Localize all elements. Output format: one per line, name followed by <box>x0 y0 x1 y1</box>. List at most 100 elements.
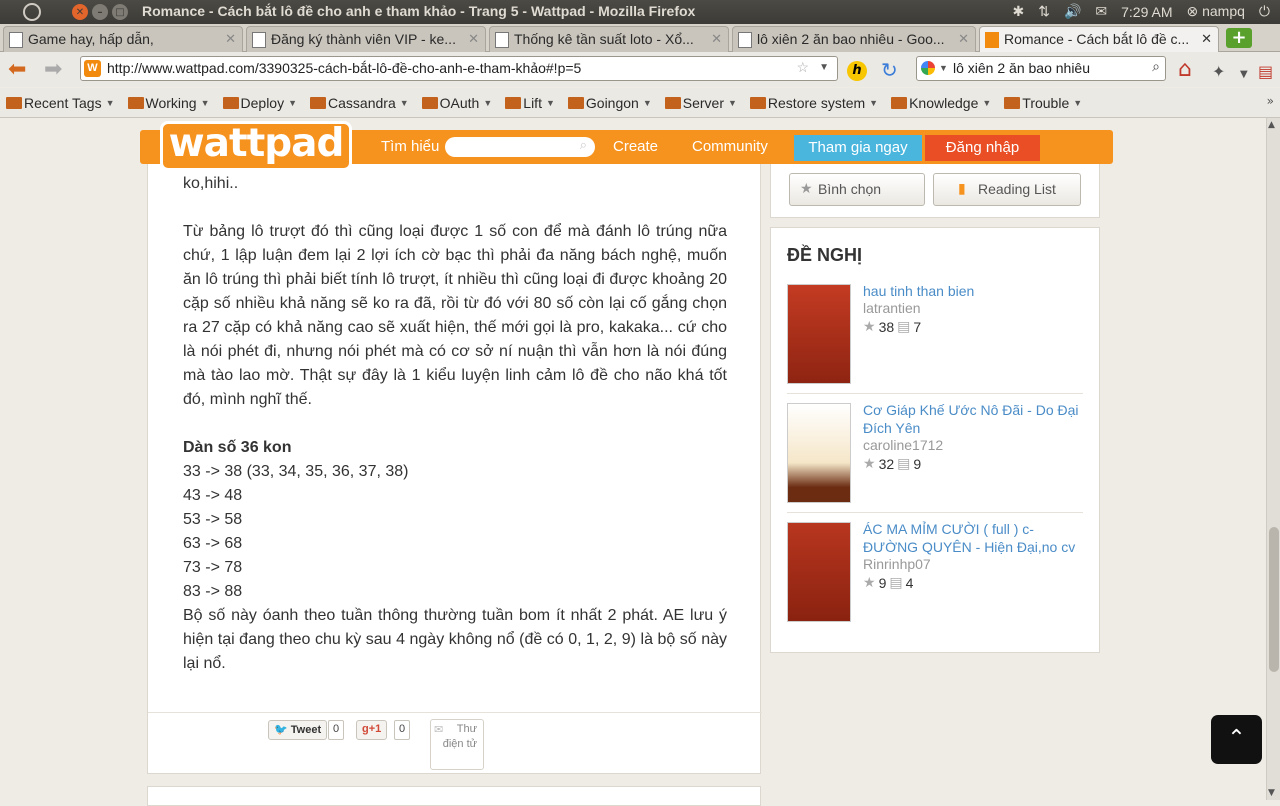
tweet-button[interactable]: 🐦 Tweet <box>268 720 328 740</box>
book-cover[interactable] <box>787 522 851 622</box>
forward-icon[interactable]: ➡ <box>44 59 62 81</box>
book-title[interactable]: Cơ Giáp Khế Ước Nô Đãi - Do Đại Đích Yên <box>863 401 1085 437</box>
email-share-button[interactable]: ✉ Thư điện tử <box>430 719 484 770</box>
new-tab-button[interactable]: + <box>1226 28 1252 48</box>
network-icon[interactable]: ⇅ <box>1038 3 1050 20</box>
vote-count: 38 <box>878 318 895 335</box>
section-heading: Dàn số 36 kon <box>183 439 292 456</box>
bookmark-folder[interactable]: Knowledge ▼ <box>891 95 991 111</box>
window-close-icon[interactable]: ✕ <box>72 4 88 20</box>
tab-2[interactable]: Đăng ký thành viên VIP - ke... ✕ <box>246 26 486 52</box>
book-cover[interactable] <box>787 284 851 384</box>
gplus-button[interactable]: g+1 <box>356 720 388 740</box>
book-author[interactable]: latrantien <box>863 300 921 316</box>
book-item[interactable]: Cơ Giáp Khế Ước Nô Đãi - Do Đại Đích Yên… <box>787 401 1085 513</box>
join-button[interactable]: Tham gia ngay <box>794 135 922 161</box>
book-item[interactable]: hau tinh than bien latrantien ★ 38 ▤ 7 <box>787 282 1085 394</box>
wattpad-logo[interactable]: wattpad <box>160 121 352 171</box>
tab-active[interactable]: Romance - Cách bắt lô đề c... ✕ <box>979 26 1219 52</box>
login-button[interactable]: Đăng nhập <box>925 135 1040 161</box>
scroll-to-top-button[interactable]: ⌃ <box>1211 715 1262 764</box>
menu-icon[interactable]: ▤ <box>1258 61 1273 83</box>
create-link[interactable]: Create <box>613 138 658 155</box>
bookmark-folder[interactable]: Cassandra ▼ <box>310 95 409 111</box>
clock[interactable]: 7:29 AM <box>1121 4 1172 20</box>
bluetooth-icon[interactable]: ✱ <box>1012 3 1024 20</box>
chevron-down-icon: ▼ <box>200 97 210 108</box>
volume-icon[interactable]: 🔊 <box>1064 3 1081 20</box>
bookmark-folder[interactable]: Deploy ▼ <box>222 95 297 111</box>
chevron-down-icon[interactable]: ▼ <box>939 63 948 73</box>
search-icon[interactable]: ⌕ <box>580 138 587 153</box>
text-line: ko,hihi.. <box>183 175 239 192</box>
close-icon[interactable]: ✕ <box>468 31 479 47</box>
book-cover[interactable] <box>787 403 851 503</box>
scroll-down-icon[interactable]: ▼ <box>1268 788 1275 798</box>
chevron-down-icon[interactable]: ▼ <box>819 62 829 73</box>
recommendations-title: ĐỀ NGHỊ <box>787 245 863 265</box>
mail-icon[interactable]: ✉ <box>1095 3 1107 20</box>
bookmark-folder[interactable]: Goingon ▼ <box>567 95 652 111</box>
window-minimize-icon[interactable]: – <box>92 4 108 20</box>
site-search-input[interactable]: ⌕ <box>445 137 595 157</box>
extension-icon[interactable]: h <box>847 61 867 81</box>
user-menu[interactable]: ⊗ nampq <box>1186 3 1244 20</box>
bookmark-icon: ▮ <box>958 180 966 196</box>
folder-icon <box>310 96 327 109</box>
close-icon[interactable]: ✕ <box>958 31 969 47</box>
comment-icon: ▤ <box>897 455 911 471</box>
bookmark-folder[interactable]: Recent Tags ▼ <box>6 95 115 111</box>
google-icon[interactable] <box>921 61 935 75</box>
ubuntu-logo-icon[interactable] <box>23 3 41 21</box>
folder-icon <box>222 96 239 109</box>
scrollbar-thumb[interactable] <box>1269 527 1279 672</box>
bookmark-label: Recent Tags <box>24 94 102 111</box>
search-icon[interactable]: ⌕ <box>1152 58 1160 75</box>
book-title[interactable]: hau tinh than bien <box>863 282 1085 300</box>
power-icon[interactable]: ⏻ <box>1259 3 1270 20</box>
back-icon[interactable]: ⬅ <box>8 59 26 81</box>
reading-list-button[interactable]: ▮ Reading List <box>933 173 1081 206</box>
comment-icon: ▤ <box>889 574 903 590</box>
scroll-up-icon[interactable]: ▲ <box>1268 120 1275 130</box>
tab-bar: Game hay, hấp dẫn, ✕ Đăng ký thành viên … <box>0 24 1280 52</box>
book-author[interactable]: caroline1712 <box>863 437 943 453</box>
chevron-right-icon[interactable]: » <box>1267 94 1274 108</box>
window-maximize-icon[interactable]: □ <box>112 4 128 20</box>
bookmark-folder[interactable]: Working ▼ <box>127 95 210 111</box>
bookmark-folder[interactable]: OAuth ▼ <box>421 95 492 111</box>
paragraph: Bộ số này óanh theo tuần thông thường tu… <box>183 607 727 672</box>
tweet-count: 0 <box>328 720 345 740</box>
close-icon[interactable]: ✕ <box>711 31 722 47</box>
close-icon[interactable]: ✕ <box>1201 31 1212 47</box>
bookmark-folder[interactable]: Trouble ▼ <box>1004 95 1082 111</box>
bookmark-star-icon[interactable]: ☆ <box>796 59 809 76</box>
home-icon[interactable]: ⌂ <box>1178 59 1192 81</box>
vote-button[interactable]: ★ Bình chọn <box>789 173 925 206</box>
chevron-down-icon[interactable]: ▼ <box>1240 64 1248 86</box>
tab-4[interactable]: lô xiên 2 ăn bao nhiêu - Goo... ✕ <box>732 26 976 52</box>
discover-link[interactable]: Tìm hiểu <box>381 138 439 155</box>
close-icon[interactable]: ✕ <box>225 31 236 47</box>
gplus-label: +1 <box>368 723 382 735</box>
book-title[interactable]: ÁC MA MỈM CƯỜI ( full ) c- ĐƯỜNG QUYÊN -… <box>863 520 1085 556</box>
comment-count: 7 <box>913 318 922 335</box>
bookmark-folder[interactable]: Lift ▼ <box>505 95 555 111</box>
tab-1[interactable]: Game hay, hấp dẫn, ✕ <box>3 26 243 52</box>
tab-label: Game hay, hấp dẫn, <box>28 31 154 47</box>
address-bar[interactable]: W http://www.wattpad.com/3390325-cách-bắ… <box>80 56 838 81</box>
book-author[interactable]: Rinrinhp07 <box>863 556 931 572</box>
tab-3[interactable]: Thống kê tần suất loto - Xổ... ✕ <box>489 26 729 52</box>
addon-icon[interactable]: ✦ <box>1212 61 1225 83</box>
bookmark-folder[interactable]: Restore system ▼ <box>749 95 878 111</box>
vote-count: 9 <box>878 574 887 591</box>
page-scrollbar[interactable]: ▲ ▼ <box>1266 118 1280 800</box>
bookmark-label: Trouble <box>1022 94 1070 111</box>
book-item[interactable]: ÁC MA MỈM CƯỜI ( full ) c- ĐƯỜNG QUYÊN -… <box>787 520 1085 632</box>
community-link[interactable]: Community <box>692 138 768 155</box>
bookmark-label: Cassandra <box>328 94 396 111</box>
folder-icon <box>567 96 584 109</box>
search-input[interactable]: ▼ lô xiên 2 ăn bao nhiêu ⌕ <box>916 56 1166 81</box>
reload-icon[interactable]: ↻ <box>881 59 898 81</box>
bookmark-folder[interactable]: Server ▼ <box>664 95 737 111</box>
